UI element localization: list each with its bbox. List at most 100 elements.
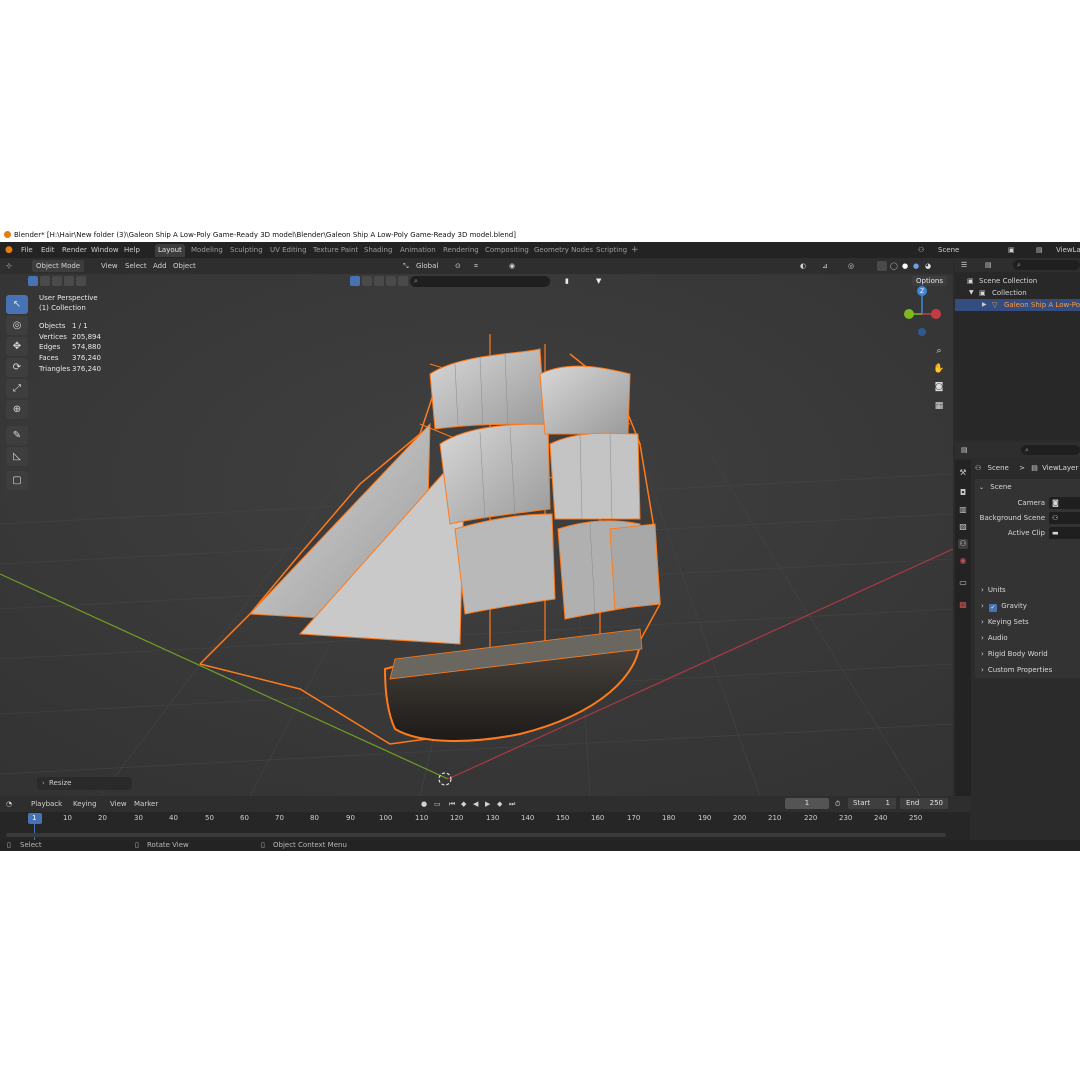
world-tab-icon[interactable]: ◉: [958, 556, 968, 566]
camera-view-icon[interactable]: ◙: [931, 379, 947, 395]
outliner-row-selected[interactable]: ▶ ▽ Galeon Ship A Low-Poly G: [955, 299, 1080, 311]
tab-layout[interactable]: Layout: [155, 244, 185, 257]
tool-tab-icon[interactable]: ⚒: [958, 468, 968, 478]
vp-menu-add[interactable]: Add: [153, 258, 167, 274]
output-tab-icon[interactable]: ▥: [958, 505, 968, 515]
play-icon[interactable]: ▶: [485, 796, 490, 812]
audio-panel[interactable]: › Audio: [975, 630, 1080, 646]
select-subtract-mode-icon[interactable]: [52, 276, 62, 286]
add-cube-tool-icon[interactable]: ▢: [6, 471, 28, 490]
filter-mesh-icon[interactable]: [350, 276, 360, 286]
tab-modeling[interactable]: Modeling: [188, 244, 226, 257]
filter-funnel-icon[interactable]: ▼: [596, 277, 601, 285]
keying-sets-panel[interactable]: › Keying Sets: [975, 614, 1080, 630]
timeline-editor-icon[interactable]: ◔: [6, 796, 12, 812]
blender-menu-icon[interactable]: ●: [5, 242, 13, 258]
3d-viewport[interactable]: User Perspective (1) Collection Objects …: [0, 274, 953, 796]
select-tool-icon[interactable]: ↖: [6, 295, 28, 314]
viewlayer-selector[interactable]: ViewLay: [1056, 242, 1080, 258]
measure-tool-icon[interactable]: ◺: [6, 447, 28, 466]
keying-set-icon[interactable]: ▭: [434, 796, 441, 812]
shading-wireframe-icon[interactable]: ◯: [890, 258, 898, 274]
chevron-right-icon[interactable]: ▶: [982, 299, 987, 311]
play-reverse-icon[interactable]: ◀: [473, 796, 478, 812]
last-operator-panel[interactable]: › Resize: [37, 777, 132, 790]
next-keyframe-icon[interactable]: ◆: [497, 796, 502, 812]
y-axis-icon[interactable]: [904, 309, 914, 319]
timeline-menu-marker[interactable]: Marker: [134, 796, 158, 812]
menu-render[interactable]: Render: [62, 242, 87, 258]
jump-start-icon[interactable]: ⏮: [449, 796, 455, 812]
scene-panel-header[interactable]: ⌄ Scene: [979, 479, 1012, 495]
select-difference-mode-icon[interactable]: [64, 276, 74, 286]
add-workspace-button[interactable]: +: [628, 244, 642, 257]
scene-selector[interactable]: Scene: [938, 242, 959, 258]
pan-hand-icon[interactable]: ✋: [931, 361, 947, 377]
visibility-icon[interactable]: ◐: [800, 258, 806, 274]
vp-menu-select[interactable]: Select: [125, 258, 147, 274]
shading-rendered-icon[interactable]: ◕: [925, 258, 931, 274]
texture-tab-icon[interactable]: ▩: [958, 600, 968, 610]
cursor-tool-icon[interactable]: ◎: [6, 316, 28, 335]
end-frame-field[interactable]: End 250: [900, 798, 948, 809]
tab-scripting[interactable]: Scripting: [593, 244, 630, 257]
tab-shading[interactable]: Shading: [361, 244, 395, 257]
outliner-row[interactable]: ▼ ▣ Collection: [955, 287, 1080, 299]
custom-properties-panel[interactable]: › Custom Properties: [975, 662, 1080, 678]
filter-light-icon[interactable]: [374, 276, 384, 286]
select-extend-mode-icon[interactable]: [40, 276, 50, 286]
properties-editor-icon[interactable]: ▤: [961, 442, 968, 458]
timeline-scrollbar[interactable]: [6, 833, 946, 837]
background-scene-field[interactable]: ⚇: [1049, 512, 1080, 524]
menu-edit[interactable]: Edit: [41, 242, 55, 258]
rotate-tool-icon[interactable]: ⟳: [6, 358, 28, 377]
gravity-panel[interactable]: › ✓ Gravity: [975, 598, 1080, 614]
bookmark-icon[interactable]: ▮: [565, 277, 569, 285]
menu-file[interactable]: File: [21, 242, 33, 258]
filter-empty-icon[interactable]: [386, 276, 396, 286]
snap-icon[interactable]: ⌗: [474, 258, 478, 274]
gravity-checkbox[interactable]: ✓: [989, 604, 998, 612]
view-layer-tab-icon[interactable]: ▨: [958, 522, 968, 532]
x-axis-icon[interactable]: [931, 309, 941, 319]
annotate-tool-icon[interactable]: ✎: [6, 426, 28, 445]
select-intersect-mode-icon[interactable]: [76, 276, 86, 286]
menu-window[interactable]: Window: [91, 242, 119, 258]
select-box-mode-icon[interactable]: [28, 276, 38, 286]
auto-keying-icon[interactable]: ●: [421, 796, 427, 812]
timeline-menu-keying[interactable]: Keying: [73, 796, 97, 812]
properties-search-input[interactable]: ⌕: [1021, 445, 1080, 455]
transform-tool-icon[interactable]: ⊕: [6, 400, 28, 419]
camera-field[interactable]: ◙: [1049, 497, 1080, 509]
jump-end-icon[interactable]: ⏭: [509, 796, 515, 812]
rigid-body-world-panel[interactable]: › Rigid Body World: [975, 646, 1080, 662]
scale-tool-icon[interactable]: ⤢: [6, 379, 28, 398]
tab-texture-paint[interactable]: Texture Paint: [310, 244, 361, 257]
filter-other-icon[interactable]: [398, 276, 408, 286]
viewport-search-input[interactable]: ⌕: [410, 276, 550, 287]
move-tool-icon[interactable]: ✥: [6, 337, 28, 356]
timeline[interactable]: 1 10 20 30 40 50 60 70 80 90 100 110 120…: [0, 812, 970, 840]
current-frame-field[interactable]: 1: [785, 798, 829, 809]
tab-rendering[interactable]: Rendering: [440, 244, 482, 257]
active-clip-field[interactable]: ▬: [1049, 527, 1080, 539]
timeline-menu-view[interactable]: View: [110, 796, 127, 812]
mode-selector[interactable]: Object Mode: [32, 260, 85, 272]
xray-icon[interactable]: [877, 261, 887, 271]
tab-sculpting[interactable]: Sculpting: [227, 244, 266, 257]
scene-tab-icon[interactable]: ⚇: [958, 539, 968, 549]
ortho-grid-icon[interactable]: ▦: [931, 398, 947, 414]
tab-compositing[interactable]: Compositing: [482, 244, 532, 257]
tab-uv-editing[interactable]: UV Editing: [267, 244, 310, 257]
render-tab-icon[interactable]: ◘: [958, 488, 968, 498]
pivot-icon[interactable]: ⊙: [455, 258, 461, 274]
collection-tab-icon[interactable]: ▭: [958, 578, 968, 588]
shading-material-icon[interactable]: ●: [913, 258, 919, 274]
units-panel[interactable]: › Units: [975, 582, 1080, 598]
outliner-editor-icon[interactable]: ☰: [961, 258, 967, 272]
new-scene-icon[interactable]: ▣: [1008, 242, 1015, 258]
proportional-edit-icon[interactable]: ◉: [509, 258, 515, 274]
orientation-selector[interactable]: Global: [416, 258, 438, 274]
editor-type-icon[interactable]: ⊹: [6, 258, 12, 274]
display-mode-icon[interactable]: ▤: [985, 258, 992, 272]
